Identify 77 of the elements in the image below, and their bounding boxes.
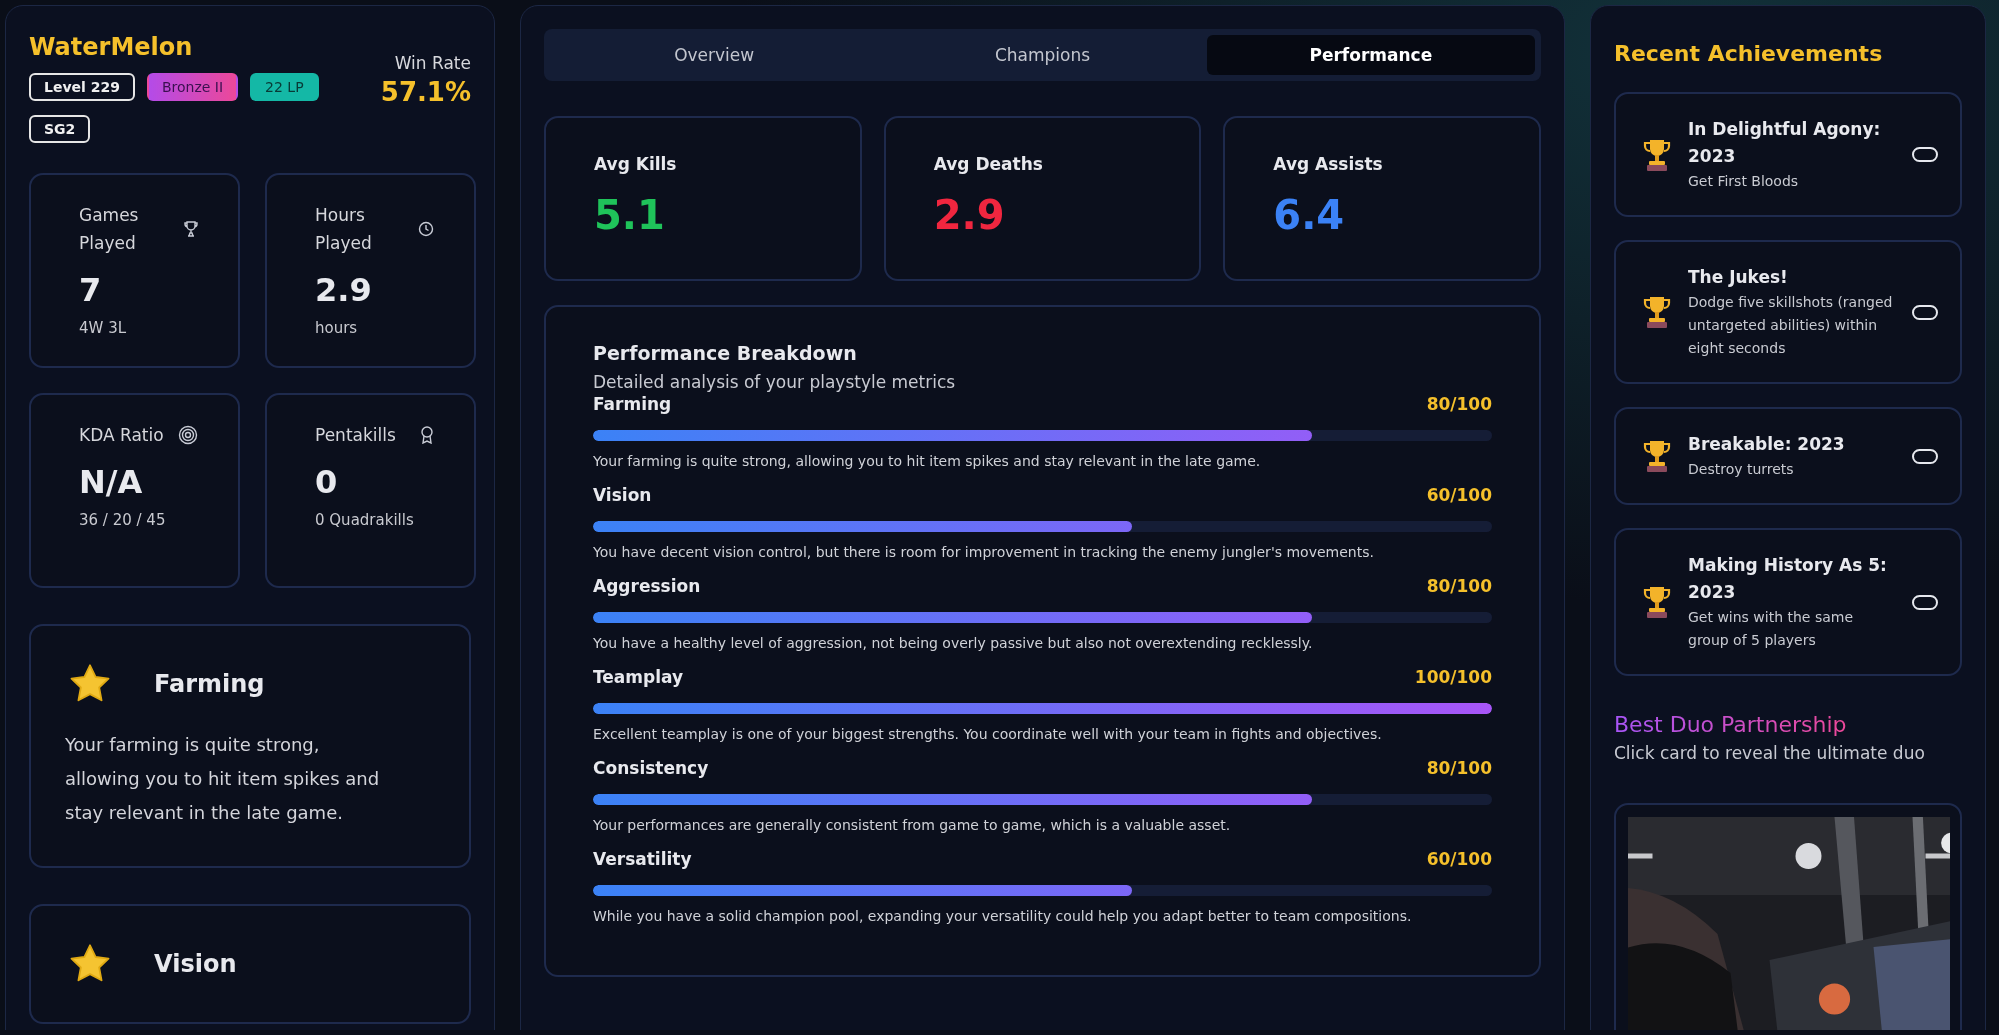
average-label: Avg Deaths [933, 154, 1044, 174]
achievement-card[interactable]: The Jukes! Dodge five skillshots (ranged untargeted abilities) within eight seconds [1614, 240, 1962, 384]
metric-name: Aggression [593, 576, 701, 596]
breakdown-title: Performance Breakdown [593, 342, 858, 364]
tab[interactable]: Performance [1206, 35, 1535, 75]
metric-description: You have a healthy level of aggression, not being overly passive but also not overextending recklessly. [593, 635, 1314, 651]
average-value: 5.1 [594, 192, 666, 238]
stat-caption: 36 / 20 / 45 [79, 511, 167, 529]
metric-description: Excellent teamplay is one of your biggest strengths. You coordinate well with your team in fights and objectives. [593, 726, 1383, 742]
metric-name: Teamplay [593, 667, 684, 687]
tab[interactable]: Overview [550, 35, 879, 75]
metric-name: Vision [593, 485, 652, 505]
metric-description: While you have a solid champion pool, expanding your versatility could help you adapt better to team compositions. [593, 908, 1413, 924]
player-badge: Bronze II [146, 73, 239, 101]
win-rate-label: Win Rate [393, 53, 471, 73]
trophy-icon [184, 221, 198, 237]
pill-icon [1912, 448, 1938, 464]
clock-icon [418, 221, 434, 237]
stat-label: Pentakills [315, 424, 397, 447]
stat-value: 2.9 [315, 271, 373, 309]
trophy-icon [1642, 439, 1672, 473]
stat-value: 0 [315, 463, 339, 501]
stat-caption: 0 Quadrakills [315, 511, 415, 529]
achievement-description: Destroy turrets [1688, 460, 1795, 479]
pill-icon [1912, 594, 1938, 610]
metric-score: 60/100 [1426, 485, 1492, 505]
metric-description: Your performances are generally consistent from game to game, which is a valuable asset. [593, 817, 1232, 833]
stat-label: Games Played [79, 204, 140, 255]
strength-title: Vision [154, 950, 237, 978]
player-badge: Level 229 [29, 73, 135, 101]
target-icon [178, 425, 198, 445]
average-value: 2.9 [933, 192, 1006, 238]
stat-value: 7 [79, 271, 103, 309]
pill-icon [1912, 304, 1938, 320]
metric-score: 80/100 [1426, 576, 1492, 596]
trophy-icon [1642, 137, 1672, 172]
achievement-description: Dodge five skillshots (ranged untargeted abilities) within eight seconds [1688, 293, 1894, 358]
achievement-title: Breakable: 2023 [1688, 433, 1846, 456]
metric-score: 80/100 [1426, 394, 1492, 414]
metric-name: Farming [593, 394, 672, 414]
pill-icon [1912, 147, 1938, 162]
achievement-card[interactable]: Breakable: 2023 Destroy turrets [1614, 407, 1962, 505]
stat-label: KDA Ratio [79, 424, 165, 447]
tab[interactable]: Champions [878, 35, 1207, 75]
player-badge: 22 LP [250, 73, 319, 101]
duo-subtitle: Click card to reveal the ultimate duo [1614, 743, 1926, 763]
achievement-title: The Jukes! [1688, 266, 1789, 289]
breakdown-subtitle: Detailed analysis of your playstyle metrics [593, 372, 957, 392]
player-name: WaterMelon [29, 33, 194, 61]
player-badge: SG2 [29, 115, 91, 143]
metric-score: 100/100 [1414, 667, 1492, 687]
average-label: Avg Kills [594, 154, 678, 174]
achievement-description: Get wins with the same group of 5 players [1688, 608, 1855, 650]
stat-label: Hours Played [315, 204, 373, 255]
achievement-title: Making History As 5: 2023 [1688, 554, 1888, 604]
metric-description: Your farming is quite strong, allowing you to hit item spikes and stay relevant in the late game. [593, 453, 1262, 469]
win-rate-value: 57.1% [380, 77, 471, 107]
metric-score: 60/100 [1426, 849, 1492, 869]
stat-caption: hours [315, 319, 359, 337]
achievement-description: Get First Bloods [1688, 172, 1800, 191]
achievements-title: Recent Achievements [1614, 41, 1884, 66]
strength-title: Farming [154, 670, 265, 698]
average-value: 6.4 [1273, 192, 1346, 238]
metric-description: You have decent vision control, but there is room for improvement in tracking the enemy jungler's movements. [593, 544, 1375, 560]
trophy-icon [1642, 585, 1672, 619]
achievement-card[interactable]: Making History As 5: 2023 Get wins with the same group of 5 players [1614, 528, 1962, 676]
strength-description: Your farming is quite strong, allowing you to hit item spikes and stay relevant in the late game. [65, 733, 381, 825]
trophy-icon [1642, 295, 1672, 329]
achievement-card[interactable]: In Delightful Agony: 2023 Get First Bloods [1614, 92, 1962, 217]
achievement-title: In Delightful Agony: 2023 [1688, 118, 1882, 168]
stat-value: N/A [79, 463, 144, 501]
metric-score: 80/100 [1426, 758, 1492, 778]
medal-icon [420, 426, 434, 444]
metric-name: Versatility [593, 849, 692, 869]
metric-name: Consistency [593, 758, 709, 778]
stat-caption: 4W 3L [79, 319, 128, 337]
average-label: Avg Assists [1273, 154, 1384, 174]
